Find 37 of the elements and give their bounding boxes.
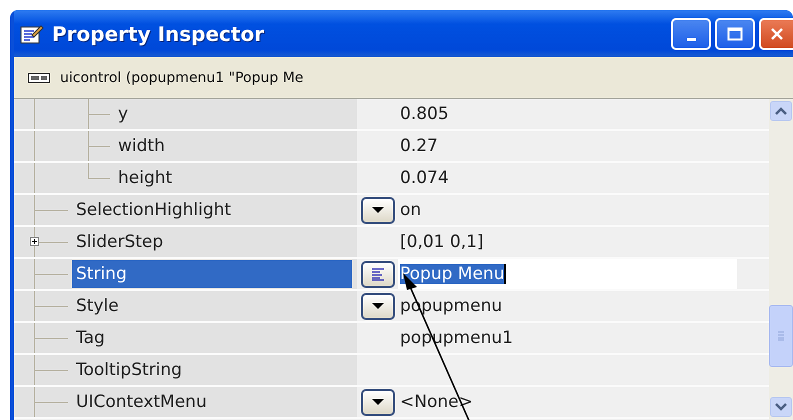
- maximize-icon: [727, 26, 743, 40]
- caret-icon: [370, 302, 384, 310]
- dropdown-button[interactable]: [360, 196, 394, 224]
- window-title: Property Inspector: [52, 22, 264, 46]
- plus-icon: [30, 237, 39, 246]
- close-icon: [770, 26, 784, 40]
- scroll-down-button[interactable]: [770, 397, 792, 417]
- text-editor-button[interactable]: [360, 260, 394, 288]
- scroll-thumb[interactable]: [769, 305, 793, 367]
- grip-icon: [778, 331, 784, 341]
- scrollbar[interactable]: [769, 99, 793, 420]
- property-value: 0.074: [400, 168, 449, 188]
- property-name[interactable]: width: [114, 132, 169, 160]
- properties-icon: [20, 22, 44, 44]
- chevron-down-icon: [774, 403, 788, 411]
- property-name[interactable]: String: [72, 260, 352, 288]
- property-value: 0.27: [400, 136, 438, 156]
- property-value: [0,01 0,1]: [400, 232, 484, 252]
- control-icon: [28, 72, 50, 82]
- dropdown-button[interactable]: [360, 292, 394, 320]
- caret-icon: [370, 398, 384, 406]
- chevron-up-icon: [774, 107, 788, 115]
- maximize-button[interactable]: [715, 18, 755, 50]
- value-input[interactable]: Popup Menu: [400, 261, 506, 287]
- property-name[interactable]: height: [114, 164, 176, 192]
- caret-icon: [370, 206, 384, 214]
- text-lines-icon: [370, 266, 386, 282]
- object-label: uicontrol (popupmenu1 "Popup Me: [60, 70, 304, 86]
- property-value: 0.805: [400, 104, 449, 124]
- expand-toggle[interactable]: [30, 237, 39, 246]
- minimize-icon: [686, 38, 696, 41]
- property-value: on: [400, 200, 422, 220]
- dropdown-button[interactable]: [360, 388, 394, 416]
- minimize-button[interactable]: [671, 18, 711, 50]
- property-name[interactable]: y: [114, 100, 132, 128]
- close-button[interactable]: [759, 18, 793, 50]
- scroll-up-button[interactable]: [770, 101, 792, 121]
